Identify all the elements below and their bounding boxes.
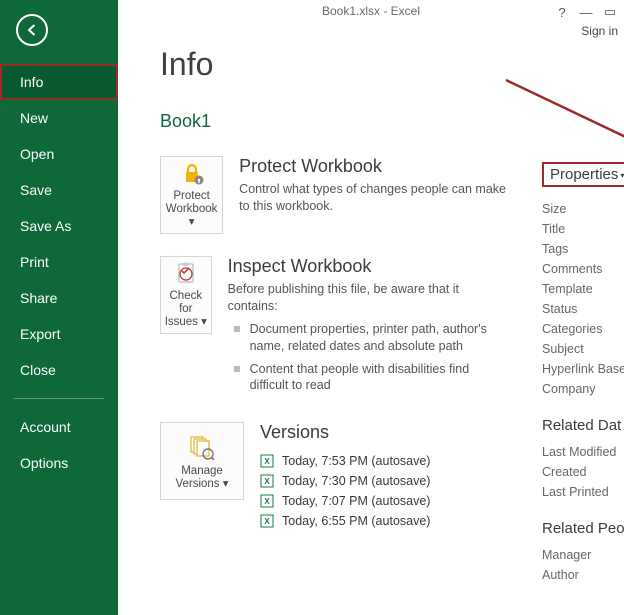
- prop-author[interactable]: Author: [542, 565, 624, 585]
- page-title: Info: [160, 46, 506, 83]
- lock-icon: [179, 161, 205, 187]
- title-bar: Book1.xlsx - Excel ? — ▭: [118, 0, 624, 26]
- prop-created: Created: [542, 462, 624, 482]
- prop-status[interactable]: Status: [542, 299, 624, 319]
- prop-title[interactable]: Title: [542, 219, 624, 239]
- backstage-sidebar: Info New Open Save Save As Print Share E…: [0, 0, 118, 615]
- version-item[interactable]: XToday, 7:53 PM (autosave): [260, 451, 430, 471]
- minimize-button[interactable]: —: [576, 2, 596, 22]
- chevron-down-icon: ▾: [620, 171, 624, 180]
- sidebar-item-export[interactable]: Export: [0, 316, 118, 352]
- sidebar-item-share[interactable]: Share: [0, 280, 118, 316]
- version-item[interactable]: XToday, 7:07 PM (autosave): [260, 491, 430, 511]
- sidebar-divider: [14, 398, 104, 399]
- prop-size[interactable]: Size: [542, 199, 624, 219]
- protect-tile-label: Protect Workbook ▾: [163, 190, 220, 230]
- sidebar-item-new[interactable]: New: [0, 100, 118, 136]
- versions-heading: Versions: [260, 422, 430, 443]
- back-button[interactable]: [16, 14, 48, 46]
- inspect-description: Before publishing this file, be aware th…: [228, 281, 506, 315]
- sidebar-item-account[interactable]: Account: [0, 409, 118, 445]
- excel-file-icon: X: [260, 454, 274, 468]
- prop-comments[interactable]: Comments: [542, 259, 624, 279]
- manage-versions-label: Manage Versions ▾: [163, 465, 241, 491]
- file-name: Book1: [160, 111, 506, 132]
- check-issues-label: Check for Issues ▾: [163, 290, 209, 330]
- svg-text:X: X: [264, 457, 270, 466]
- restore-button[interactable]: ▭: [600, 2, 620, 22]
- versions-icon: [188, 432, 216, 462]
- back-arrow-icon: [24, 22, 40, 38]
- properties-dropdown[interactable]: Properties▾: [542, 162, 624, 187]
- prop-tags[interactable]: Tags: [542, 239, 624, 259]
- prop-manager[interactable]: Manager: [542, 545, 624, 565]
- svg-text:X: X: [264, 517, 270, 526]
- sidebar-item-options[interactable]: Options: [0, 445, 118, 481]
- prop-categories[interactable]: Categories: [542, 319, 624, 339]
- sidebar-item-close[interactable]: Close: [0, 352, 118, 388]
- help-button[interactable]: ?: [552, 2, 572, 22]
- excel-file-icon: X: [260, 474, 274, 488]
- window-title: Book1.xlsx - Excel: [322, 4, 420, 18]
- excel-file-icon: X: [260, 514, 274, 528]
- prop-template[interactable]: Template: [542, 279, 624, 299]
- sidebar-item-info[interactable]: Info: [0, 64, 118, 100]
- content-area: Book1.xlsx - Excel ? — ▭ Sign in Info Bo…: [118, 0, 624, 615]
- inspect-bullet-2: Content that people with disabilities fi…: [228, 361, 506, 395]
- manage-versions-tile[interactable]: Manage Versions ▾: [160, 422, 244, 500]
- sidebar-item-print[interactable]: Print: [0, 244, 118, 280]
- protect-description: Control what types of changes people can…: [239, 181, 506, 215]
- sidebar-item-saveas[interactable]: Save As: [0, 208, 118, 244]
- version-item[interactable]: XToday, 6:55 PM (autosave): [260, 511, 430, 531]
- prop-last-printed: Last Printed: [542, 482, 624, 502]
- prop-subject[interactable]: Subject: [542, 339, 624, 359]
- document-check-icon: [173, 261, 199, 287]
- protect-heading: Protect Workbook: [239, 156, 506, 177]
- sidebar-item-save[interactable]: Save: [0, 172, 118, 208]
- excel-file-icon: X: [260, 494, 274, 508]
- version-item[interactable]: XToday, 7:30 PM (autosave): [260, 471, 430, 491]
- inspect-bullet-1: Document properties, printer path, autho…: [228, 321, 506, 355]
- prop-last-modified: Last Modified: [542, 442, 624, 462]
- protect-workbook-tile[interactable]: Protect Workbook ▾: [160, 156, 223, 234]
- related-dates-heading: Related Dat: [542, 417, 624, 434]
- svg-text:X: X: [264, 477, 270, 486]
- inspect-heading: Inspect Workbook: [228, 256, 506, 277]
- signin-link[interactable]: Sign in: [581, 24, 618, 38]
- sidebar-item-open[interactable]: Open: [0, 136, 118, 172]
- prop-hyperlink[interactable]: Hyperlink Base: [542, 359, 624, 379]
- svg-text:X: X: [264, 497, 270, 506]
- check-issues-tile[interactable]: Check for Issues ▾: [160, 256, 212, 334]
- related-people-heading: Related Peo: [542, 520, 624, 537]
- prop-company[interactable]: Company: [542, 379, 624, 399]
